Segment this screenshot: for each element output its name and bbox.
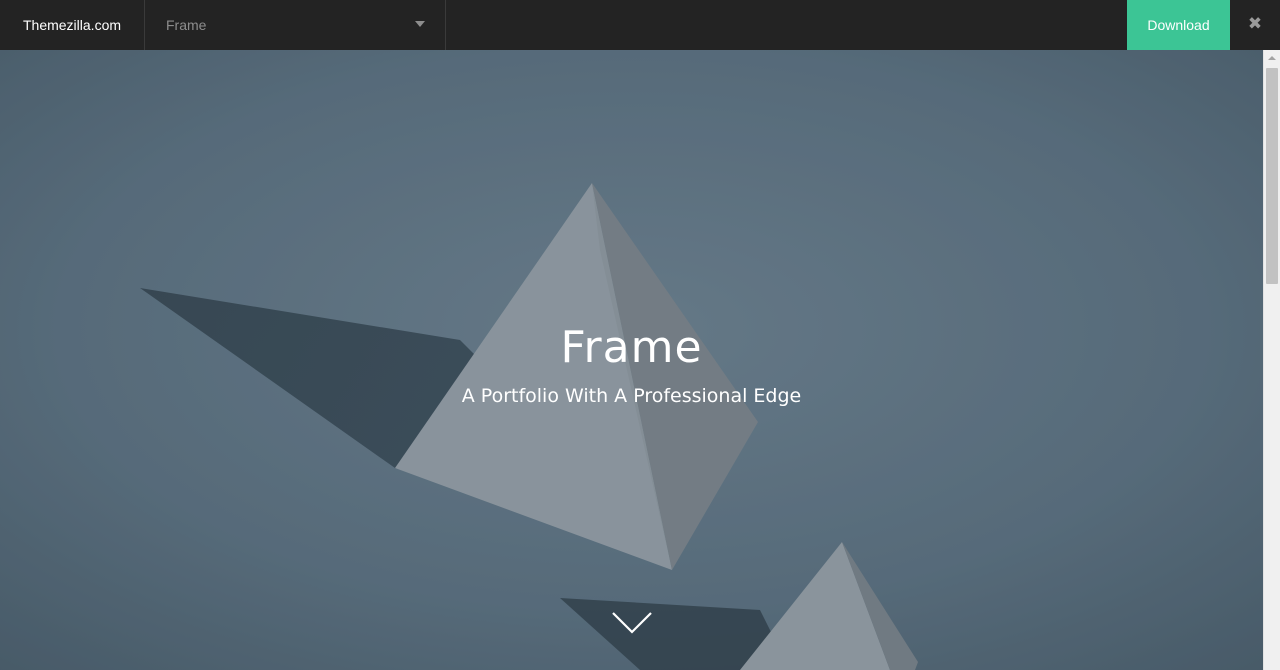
theme-selector[interactable]: Frame bbox=[145, 0, 446, 50]
hero-subtitle: A Portfolio With A Professional Edge bbox=[461, 385, 802, 407]
scrollbar[interactable] bbox=[1263, 50, 1280, 670]
close-icon[interactable]: ✖ bbox=[1244, 13, 1266, 35]
top-bar: Themezilla.com Frame Download ✖ bbox=[0, 0, 1280, 50]
hero-section: Frame A Portfolio With A Professional Ed… bbox=[0, 50, 1263, 670]
hero-title: Frame bbox=[560, 322, 703, 373]
caret-down-icon bbox=[415, 21, 425, 27]
scroll-up-arrow-icon[interactable] bbox=[1268, 56, 1276, 60]
scrollbar-thumb[interactable] bbox=[1266, 68, 1278, 284]
theme-selector-value: Frame bbox=[166, 17, 207, 33]
chevron-down-icon[interactable] bbox=[611, 610, 653, 636]
brand-link[interactable]: Themezilla.com bbox=[0, 0, 145, 50]
download-button[interactable]: Download bbox=[1127, 0, 1230, 50]
